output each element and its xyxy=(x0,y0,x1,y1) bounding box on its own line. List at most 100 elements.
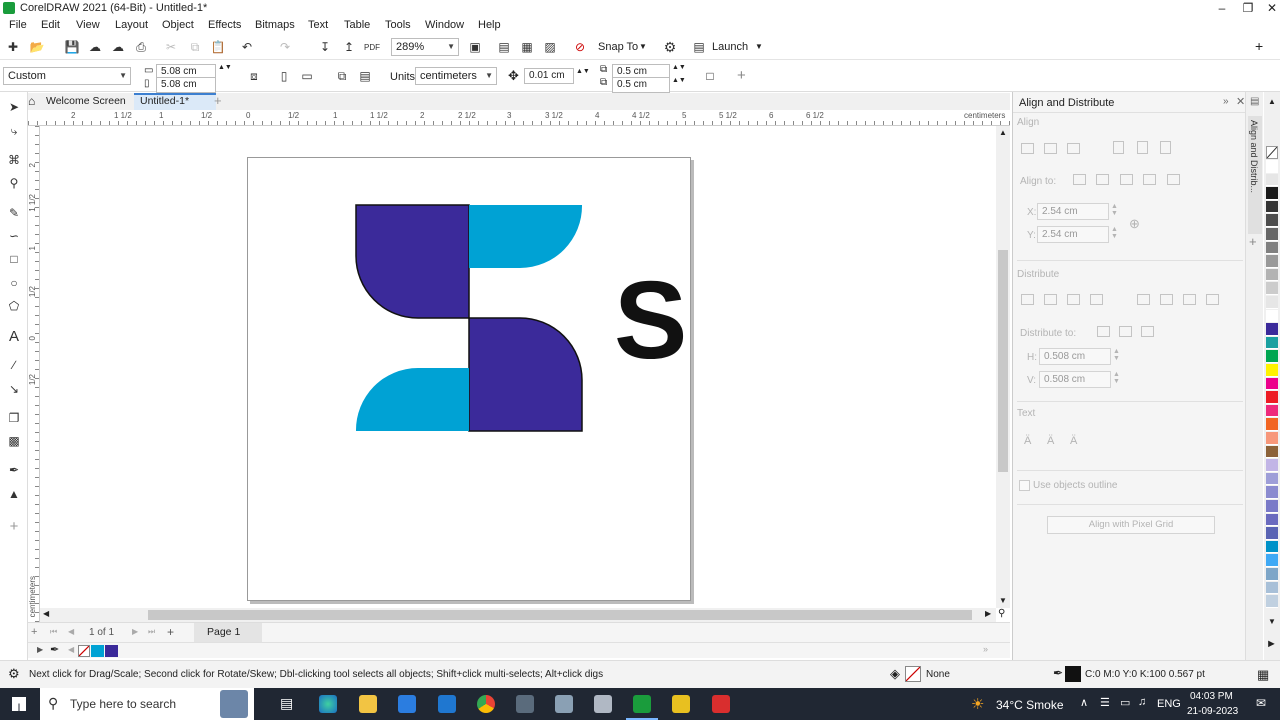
cloud-upload-icon[interactable]: ☁ xyxy=(109,38,127,56)
horizontal-ruler[interactable]: 2 1 1/2 1 1/2 0 1/2 1 1 1/2 2 2 1/2 3 3 … xyxy=(28,110,1010,126)
weather-text[interactable]: 34°C Smoke xyxy=(996,698,1064,712)
minimize-button[interactable]: – xyxy=(1209,0,1235,16)
drawing-canvas[interactable]: S xyxy=(40,126,996,608)
align-top-icon[interactable] xyxy=(1113,141,1124,154)
show-rulers-icon[interactable]: ▤ xyxy=(495,38,513,56)
options-gear-icon[interactable]: ⚙ xyxy=(661,38,679,56)
distribute-v-field[interactable]: 0.508 cm xyxy=(1039,371,1111,388)
spinner-icon[interactable]: ▲▼ xyxy=(672,77,686,84)
units-select[interactable]: centimeters ▼ xyxy=(415,67,497,85)
letter-s-text[interactable]: S xyxy=(614,259,687,382)
freehand-tool-icon[interactable]: ✎ xyxy=(5,204,23,222)
outline-color-swatch[interactable] xyxy=(1065,666,1081,682)
show-grid-icon[interactable]: ▦ xyxy=(518,38,536,56)
tab-untitled-1[interactable]: Untitled-1* xyxy=(134,93,216,110)
artistic-media-icon[interactable]: ∽ xyxy=(5,227,23,245)
calculator-icon[interactable] xyxy=(516,695,534,713)
color-swatch[interactable] xyxy=(1266,255,1278,268)
menu-table[interactable]: Table xyxy=(344,19,370,31)
align-bottom-icon[interactable] xyxy=(1160,141,1171,154)
spinner-icon[interactable]: ▲▼ xyxy=(1111,203,1118,217)
clock-time[interactable]: 04:03 PM xyxy=(1190,691,1233,702)
export-icon[interactable]: ↥ xyxy=(340,38,358,56)
open-folder-icon[interactable]: 📂 xyxy=(28,38,46,56)
color-swatch[interactable] xyxy=(1266,336,1278,350)
color-swatch[interactable] xyxy=(1266,581,1278,595)
align-active-objects-icon[interactable] xyxy=(1073,174,1086,185)
color-swatch[interactable] xyxy=(1266,404,1278,418)
no-color-swatch[interactable] xyxy=(78,645,90,657)
battery-icon[interactable]: ▭ xyxy=(1120,696,1130,709)
scroll-right-icon[interactable]: ▶ xyxy=(985,609,991,618)
show-guidelines-icon[interactable]: ▨ xyxy=(541,38,559,56)
portrait-icon[interactable]: ▯ xyxy=(275,67,293,85)
mail-icon[interactable] xyxy=(438,695,456,713)
tray-chevron-icon[interactable]: ∧ xyxy=(1080,696,1088,709)
parallel-dimension-icon[interactable]: ∕ xyxy=(5,356,23,374)
spinner-icon[interactable]: ▲▼ xyxy=(1111,226,1118,240)
align-distribute-tab[interactable]: Align and Distrib... xyxy=(1248,116,1262,234)
pick-tool-icon[interactable]: ➤ xyxy=(5,98,23,116)
align-grid-icon[interactable] xyxy=(1143,174,1156,185)
distribute-selection-icon[interactable] xyxy=(1097,326,1110,337)
palette-scroll-right-icon[interactable]: » xyxy=(983,644,988,654)
import-icon[interactable]: ↧ xyxy=(316,38,334,56)
last-page-icon[interactable]: ⏭ xyxy=(148,627,155,637)
document-page[interactable]: S xyxy=(247,157,691,601)
undo-icon[interactable]: ↶ xyxy=(238,38,256,56)
cyan-top-shape[interactable] xyxy=(469,205,583,268)
distribute-spacing-h-icon[interactable] xyxy=(1090,294,1103,305)
rectangle-tool-icon[interactable]: □ xyxy=(5,250,23,268)
microsoft-store-icon[interactable] xyxy=(398,695,416,713)
eyedropper-icon[interactable]: ✒ xyxy=(50,643,59,656)
color-swatch[interactable] xyxy=(1266,418,1278,431)
color-swatch[interactable] xyxy=(1266,364,1278,377)
align-page-center-icon[interactable] xyxy=(1120,174,1133,185)
color-swatch[interactable] xyxy=(1266,554,1278,567)
spinner-icon[interactable]: ▲▼ xyxy=(1113,371,1120,385)
color-swatch[interactable] xyxy=(1266,472,1278,486)
cyan-bottom-shape[interactable] xyxy=(355,368,469,431)
edge-browser-icon[interactable] xyxy=(319,695,337,713)
distribute-center-h-icon[interactable] xyxy=(1044,294,1057,305)
notifications-icon[interactable]: ✉ xyxy=(1256,696,1266,710)
save-icon[interactable]: 💾 xyxy=(63,38,81,56)
fill-none-swatch[interactable] xyxy=(905,666,921,682)
add-tool-plus-icon[interactable]: + xyxy=(5,517,23,535)
eyedropper-tool-icon[interactable]: ✒ xyxy=(5,461,23,479)
language-indicator[interactable]: ENG xyxy=(1157,698,1181,710)
menu-effects[interactable]: Effects xyxy=(208,19,241,31)
text-first-line-icon[interactable]: Ä xyxy=(1024,435,1031,447)
paint-icon[interactable] xyxy=(555,695,573,713)
color-swatch[interactable] xyxy=(1266,296,1278,309)
menu-text[interactable]: Text xyxy=(308,19,328,31)
cyan-doc-swatch[interactable] xyxy=(91,645,104,657)
align-y-field[interactable]: 2.54 cm xyxy=(1037,226,1109,243)
tab-welcome-screen[interactable]: Welcome Screen xyxy=(40,93,132,110)
distribute-top-icon[interactable] xyxy=(1137,294,1150,305)
volume-icon[interactable]: ♫ xyxy=(1138,696,1146,708)
color-swatch[interactable] xyxy=(1266,187,1278,200)
page-orientation-icon[interactable]: ⧈ xyxy=(245,67,263,85)
landscape-icon[interactable]: ▭ xyxy=(298,67,316,85)
coreldraw-taskbar-icon[interactable] xyxy=(633,695,651,713)
no-color-swatch[interactable] xyxy=(1266,146,1278,159)
vertical-scroll-thumb[interactable] xyxy=(998,250,1008,472)
distribute-spacing-icon[interactable] xyxy=(1141,326,1154,337)
snap-off-icon[interactable]: ⊘ xyxy=(571,38,589,56)
launch-dropdown[interactable]: Launch xyxy=(712,41,748,53)
network-icon[interactable]: ☰ xyxy=(1100,696,1110,709)
polygon-tool-icon[interactable]: ⬠ xyxy=(5,297,23,315)
drop-shadow-tool-icon[interactable]: ❐ xyxy=(5,409,23,427)
color-swatch[interactable] xyxy=(1266,568,1278,581)
color-swatch[interactable] xyxy=(1266,268,1278,282)
vertical-scrollbar[interactable]: ▲ ▼ xyxy=(996,126,1010,608)
menu-file[interactable]: File xyxy=(9,19,27,31)
distribute-bottom-icon[interactable] xyxy=(1183,294,1196,305)
palette-flyout-icon[interactable]: ► xyxy=(1266,638,1277,650)
color-swatch[interactable] xyxy=(1266,445,1278,459)
menu-bitmaps[interactable]: Bitmaps xyxy=(255,19,295,31)
paste-icon[interactable]: 📋 xyxy=(209,38,227,56)
color-swatch[interactable] xyxy=(1266,377,1278,391)
close-button[interactable]: ✕ xyxy=(1259,0,1280,16)
